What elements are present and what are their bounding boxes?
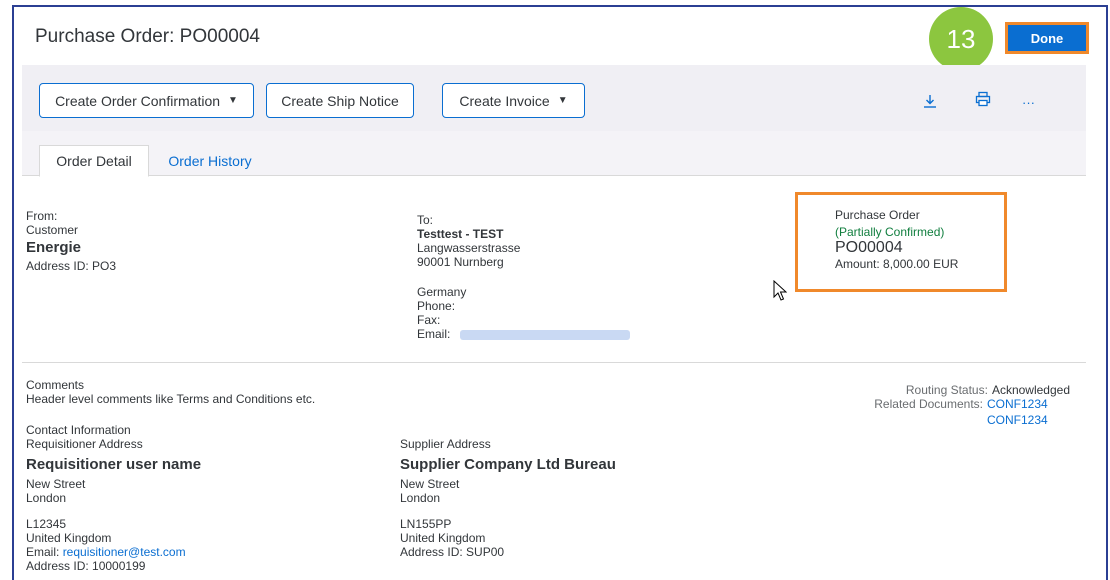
tab-order-history[interactable]: Order History xyxy=(160,145,260,177)
requisitioner-city: London xyxy=(26,491,67,505)
page-title: Purchase Order: PO00004 xyxy=(35,26,260,47)
requisitioner-label: Requisitioner Address xyxy=(26,437,143,451)
to-name: Testtest - TEST xyxy=(417,227,504,241)
redacted-email xyxy=(459,329,630,340)
requisitioner-country: United Kingdom xyxy=(26,531,112,545)
section-divider xyxy=(22,362,1086,363)
supplier-country: United Kingdom xyxy=(400,531,486,545)
supplier-name: Supplier Company Ltd Bureau xyxy=(400,456,616,473)
requisitioner-section: Contact Information Requisitioner Addres… xyxy=(26,423,201,573)
print-icon[interactable] xyxy=(975,91,991,111)
contact-heading: Contact Information xyxy=(26,423,131,437)
caret-down-icon: ▼ xyxy=(557,95,568,106)
comments-text: Header level comments like Terms and Con… xyxy=(26,392,316,406)
supplier-label: Supplier Address xyxy=(400,437,491,451)
to-fax: Fax: xyxy=(417,313,441,327)
to-phone: Phone: xyxy=(417,299,456,313)
requisitioner-email-link[interactable]: requisitioner@test.com xyxy=(63,545,186,559)
to-email-row: Email: xyxy=(417,327,630,341)
to-street: Langwasserstrasse xyxy=(417,241,521,255)
to-city: 90001 Nurnberg xyxy=(417,255,504,269)
from-label: From: xyxy=(26,209,58,223)
po-heading: Purchase Order xyxy=(835,208,920,222)
routing-section: Routing Status: Acknowledged Related Doc… xyxy=(840,383,1070,429)
routing-status-row: Routing Status: Acknowledged xyxy=(840,383,1070,397)
more-icon[interactable]: ··· xyxy=(1022,95,1035,110)
create-order-confirmation-button[interactable]: Create Order Confirmation ▼ xyxy=(39,83,254,118)
supplier-section: Supplier Address Supplier Company Ltd Bu… xyxy=(400,437,616,559)
to-section: To: Testtest - TEST Langwasserstrasse 90… xyxy=(417,213,630,341)
related-docs-label: Related Documents: xyxy=(874,397,983,411)
po-amount: Amount: 8,000.00 EUR xyxy=(835,257,959,271)
requisitioner-email-row: Email: requisitioner@test.com xyxy=(26,545,201,559)
from-address-id: Address ID: PO3 xyxy=(26,259,117,273)
supplier-address-id: Address ID: SUP00 xyxy=(400,545,505,559)
tab-bar: Order Detail Order History xyxy=(22,131,1086,177)
purchase-order-summary: Purchase Order (Partially Confirmed) PO0… xyxy=(795,192,1007,292)
comments-section: Comments Header level comments like Term… xyxy=(26,378,315,406)
create-invoice-label: Create Invoice xyxy=(459,92,550,109)
requisitioner-name: Requisitioner user name xyxy=(26,456,202,473)
supplier-postcode: LN155PP xyxy=(400,517,452,531)
requisitioner-postcode: L12345 xyxy=(26,517,67,531)
to-email-label: Email: xyxy=(417,327,451,341)
related-doc-link[interactable]: CONF1234 xyxy=(987,397,1048,411)
supplier-street: New Street xyxy=(400,477,460,491)
action-toolbar: Create Order Confirmation ▼ Create Ship … xyxy=(22,65,1086,131)
po-status: (Partially Confirmed) xyxy=(835,225,945,239)
download-icon[interactable] xyxy=(923,93,937,113)
comments-heading: Comments xyxy=(26,378,85,392)
create-ship-notice-label: Create Ship Notice xyxy=(281,92,399,109)
create-order-confirmation-label: Create Order Confirmation xyxy=(55,92,221,109)
related-doc-link[interactable]: CONF1234 xyxy=(987,413,1048,427)
from-role: Customer xyxy=(26,223,79,237)
tab-order-detail[interactable]: Order Detail xyxy=(39,145,149,177)
from-section: From: Customer Energie Address ID: PO3 xyxy=(26,209,116,273)
to-country: Germany xyxy=(417,285,467,299)
po-number: PO00004 xyxy=(835,239,903,256)
from-name: Energie xyxy=(26,239,82,256)
routing-status-value: Acknowledged xyxy=(991,383,1070,397)
mouse-cursor-icon xyxy=(773,279,788,307)
step-badge: 13 xyxy=(929,7,993,71)
create-invoice-button[interactable]: Create Invoice ▼ xyxy=(442,83,585,118)
related-docs-row: Related Documents: CONF1234 xyxy=(840,397,1070,411)
requisitioner-address-id: Address ID: 10000199 xyxy=(26,559,146,573)
requisitioner-email-label: Email: xyxy=(26,545,60,559)
caret-down-icon: ▼ xyxy=(228,95,238,106)
to-label: To: xyxy=(417,213,434,227)
requisitioner-street: New Street xyxy=(26,477,86,491)
create-ship-notice-button[interactable]: Create Ship Notice xyxy=(266,83,414,118)
done-button[interactable]: Done xyxy=(1005,22,1089,54)
supplier-city: London xyxy=(400,491,441,505)
routing-status-label: Routing Status: xyxy=(905,383,988,397)
